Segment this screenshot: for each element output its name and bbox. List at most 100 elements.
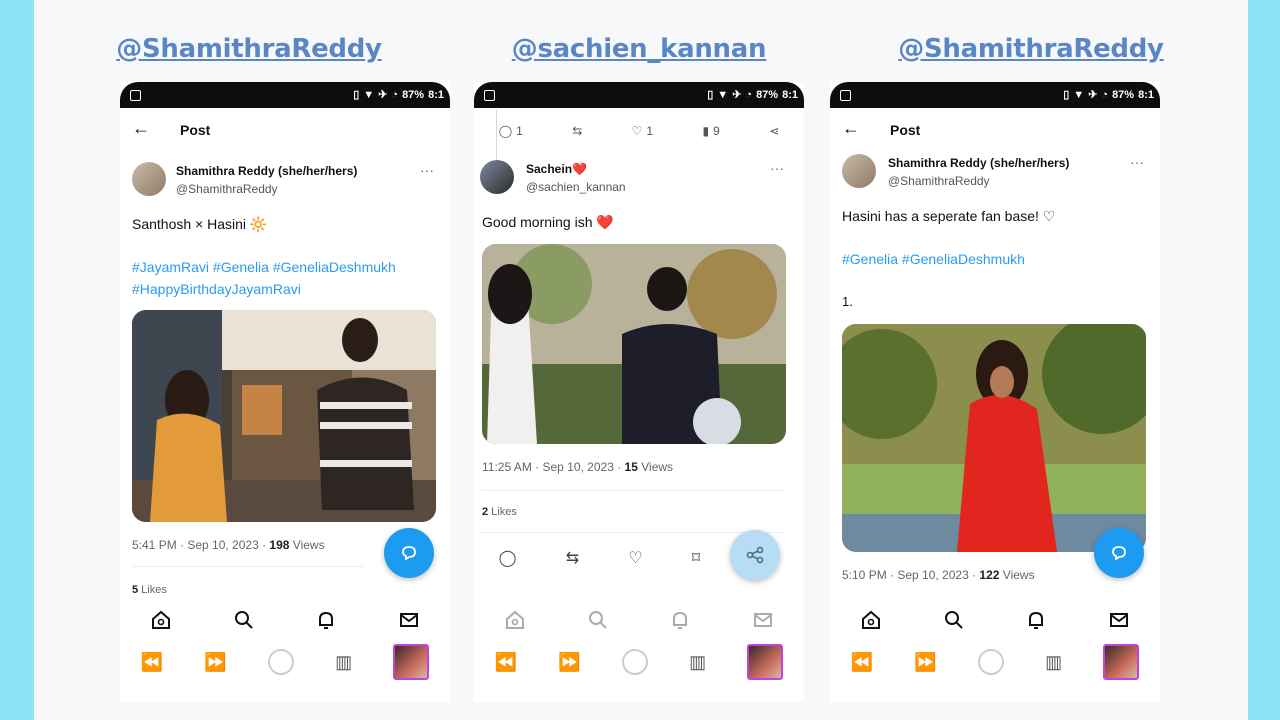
clock: 8:1 [782,89,798,101]
heart-icon[interactable]: ♡ [628,548,642,568]
circle-icon[interactable] [267,649,294,675]
column-2: @sachien_kannan ▯ ▼ ✈ ◔ 87% 8:1 ◯ 1 ⇆ ♡ 1 … [464,0,814,720]
views-action[interactable]: ▮ 9 [703,124,720,138]
bookmark-icon[interactable]: ⌑ [692,548,700,568]
post-timestamp: 5:10 PM · Sep 10, 2023 · 122 Views [842,568,1035,582]
post-hashtags[interactable]: #Genelia #GeneliaDeshmukh [842,248,1025,270]
post-hashtags[interactable]: #JayamRavi #Genelia #GeneliaDeshmukh #Ha… [132,256,396,300]
mail-icon[interactable] [1108,609,1130,631]
clock: 8:1 [1138,89,1154,101]
likes-count[interactable]: 5 Likes [132,584,167,596]
post-image[interactable] [842,324,1146,552]
thumbnail[interactable] [747,644,784,680]
rewind-icon[interactable]: ⏪ [495,652,517,673]
home-icon[interactable] [504,609,526,631]
likes-label: Likes [138,584,167,596]
author-username[interactable]: @sachien_kannan [526,180,626,194]
reply-bubble-icon [402,546,416,561]
handle-label[interactable]: @ShamithraReddy [34,34,464,64]
search-icon[interactable] [943,609,965,631]
more-options-icon[interactable]: ··· [1130,154,1144,170]
post-image-graphic [842,324,1146,552]
forward-icon[interactable]: ⏩ [914,652,936,673]
thumbnail[interactable] [1103,644,1140,680]
divider [482,532,786,533]
more-options-icon[interactable]: ··· [420,162,434,178]
handle-label[interactable]: @sachien_kannan [464,34,814,64]
hashtag-line[interactable]: #HappyBirthdayJayamRavi [132,278,396,300]
likes-count[interactable]: 2 Likes [482,506,517,518]
share-fab-button[interactable] [730,530,780,580]
top-bar: ← Post [830,118,1160,142]
bell-icon[interactable] [315,609,337,631]
rewind-icon[interactable]: ⏪ [851,652,873,673]
reply-count: 1 [516,124,523,138]
avatar[interactable] [132,162,166,196]
back-arrow-icon[interactable]: ← [132,118,150,139]
search-icon[interactable] [587,609,609,631]
reply-icon[interactable]: ◯ [499,548,517,568]
views-count: 15 [624,460,638,474]
author-name[interactable]: Shamithra Reddy (she/her/hers) [176,164,357,178]
rewind-icon[interactable]: ⏪ [141,652,163,673]
phone-3: ▯ ▼ ✈ ◔ 87% 8:1 ← Post Shamithra Reddy (… [830,82,1160,702]
bell-icon[interactable] [1025,609,1047,631]
hashtag-line[interactable]: #JayamRavi #Genelia #GeneliaDeshmukh [132,256,396,278]
book-icon[interactable]: ▥ [689,652,706,673]
search-icon[interactable] [233,609,255,631]
back-arrow-icon[interactable]: ← [842,118,860,139]
book-icon[interactable]: ▥ [335,652,352,673]
circle-icon[interactable] [977,649,1004,675]
bell-icon[interactable] [669,609,691,631]
previous-post-actions: ◯ 1 ⇆ ♡ 1 ▮ 9 ⋖ [474,124,804,138]
retweet-action[interactable]: ⇆ [572,124,582,138]
notification-icon [484,90,495,101]
home-icon[interactable] [860,609,882,631]
airplane-icon: ✈ [1088,89,1098,101]
views-count: 9 [713,124,720,138]
post-image[interactable] [132,310,436,522]
author-username[interactable]: @ShamithraReddy [176,182,278,196]
thumbnail[interactable] [393,644,430,680]
like-action[interactable]: ♡ 1 [632,124,653,138]
reply-fab-button[interactable] [384,528,434,578]
battery-icon: ◔ [391,89,399,101]
share-action[interactable]: ⋖ [769,124,779,138]
avatar[interactable] [480,160,514,194]
timestamp-text: 5:41 PM · Sep 10, 2023 · [132,538,270,552]
home-icon[interactable] [150,609,172,631]
avatar[interactable] [842,154,876,188]
vibrate-icon: ▯ [353,89,360,101]
handle-label[interactable]: @ShamithraReddy [814,34,1248,64]
mail-icon[interactable] [398,609,420,631]
clock: 8:1 [428,89,444,101]
author-name[interactable]: Sachein❤️ [526,162,587,176]
battery-level: 87% [1112,89,1135,101]
forward-icon[interactable]: ⏩ [558,652,580,673]
post-timestamp: 5:41 PM · Sep 10, 2023 · 198 Views [132,538,325,552]
bottom-nav [474,602,804,638]
views-label: Views [637,460,674,474]
book-icon[interactable]: ▥ [1045,652,1062,673]
post-text: Good morning ish ❤️ [482,214,614,230]
battery-level: 87% [756,89,779,101]
hashtag-line[interactable]: #Genelia #GeneliaDeshmukh [842,248,1025,270]
mail-icon[interactable] [752,609,774,631]
retweet-icon[interactable]: ⇆ [566,548,579,568]
author-name[interactable]: Shamithra Reddy (she/her/hers) [888,156,1069,170]
reply-fab-button[interactable] [1094,528,1144,578]
wifi-icon: ▼ [363,89,375,101]
forward-icon[interactable]: ⏩ [204,652,226,673]
post-image[interactable] [482,244,786,444]
reply-action[interactable]: ◯ 1 [499,124,523,138]
author-username[interactable]: @ShamithraReddy [888,174,990,188]
views-count: 122 [979,568,1000,582]
status-bar: ▯ ▼ ✈ ◔ 87% 8:1 [830,82,1160,108]
list-number: 1. [842,294,853,309]
top-bar: ← Post [120,118,450,142]
timestamp-text: 11:25 AM · Sep 10, 2023 · [482,460,625,474]
views-count: 198 [269,538,290,552]
more-options-icon[interactable]: ··· [770,160,784,176]
like-count: 1 [646,124,654,138]
circle-icon[interactable] [621,649,648,675]
